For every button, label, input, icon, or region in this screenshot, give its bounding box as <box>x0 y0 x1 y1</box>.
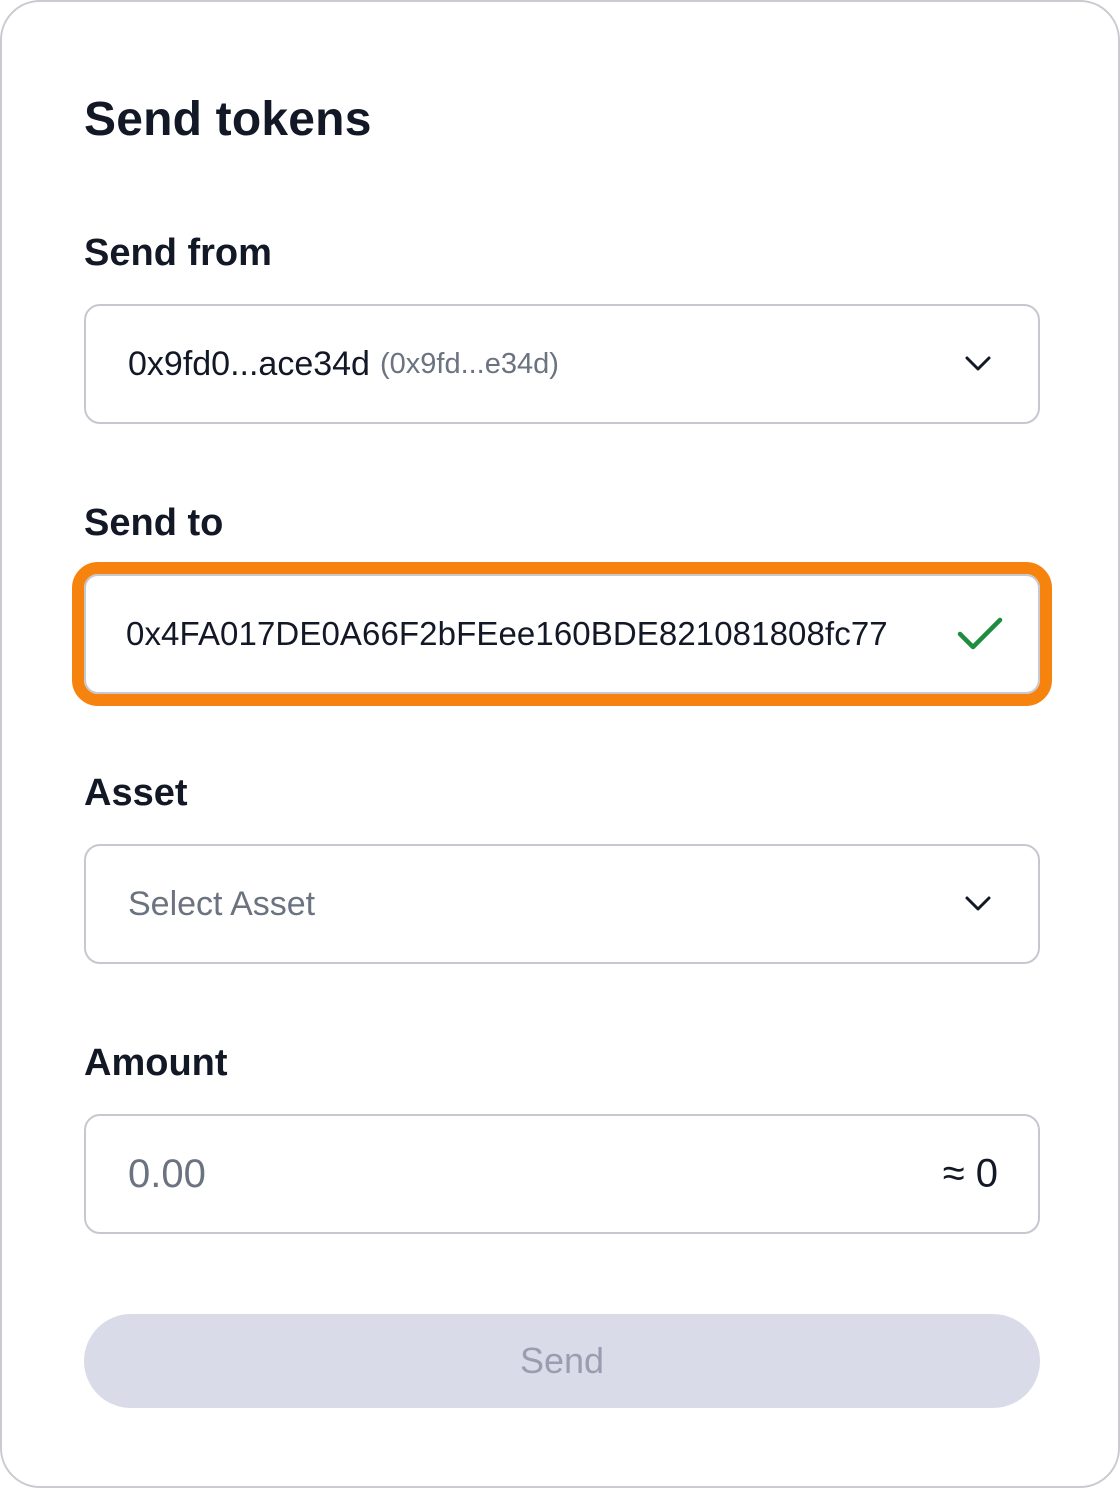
send-to-value: 0x4FA017DE0A66F2bFEee160BDE821081808fc77 <box>126 615 888 652</box>
send-from-value: 0x9fd0...ace34d <box>128 344 370 383</box>
asset-select[interactable]: Select Asset <box>84 844 1040 964</box>
send-from-label: Send from <box>84 232 272 274</box>
send-from-sub-value: (0x9fd...e34d) <box>379 347 559 380</box>
asset-label: Asset <box>84 772 188 814</box>
asset-placeholder: Select Asset <box>128 884 316 923</box>
chevron-down-icon <box>965 896 991 911</box>
send-from-select[interactable]: 0x9fd0...ace34d (0x9fd...e34d) <box>84 304 1040 424</box>
send-to-input[interactable]: 0x4FA017DE0A66F2bFEee160BDE821081808fc77 <box>84 574 1040 694</box>
checkmark-icon <box>957 617 1003 650</box>
amount-label: Amount <box>84 1042 228 1084</box>
send-button[interactable]: Send <box>84 1314 1040 1408</box>
page-title: Send tokens <box>84 93 372 146</box>
amount-approx-value: ≈ 0 <box>942 1151 998 1196</box>
amount-field: ≈ 0 <box>84 1114 1040 1234</box>
amount-input[interactable] <box>128 1151 728 1197</box>
chevron-down-icon <box>965 356 991 371</box>
send-to-label: Send to <box>84 502 224 544</box>
send-tokens-card: Send tokens Send from 0x9fd0...ace34d (0… <box>0 0 1120 1488</box>
send-to-highlight: 0x4FA017DE0A66F2bFEee160BDE821081808fc77 <box>72 562 1052 706</box>
